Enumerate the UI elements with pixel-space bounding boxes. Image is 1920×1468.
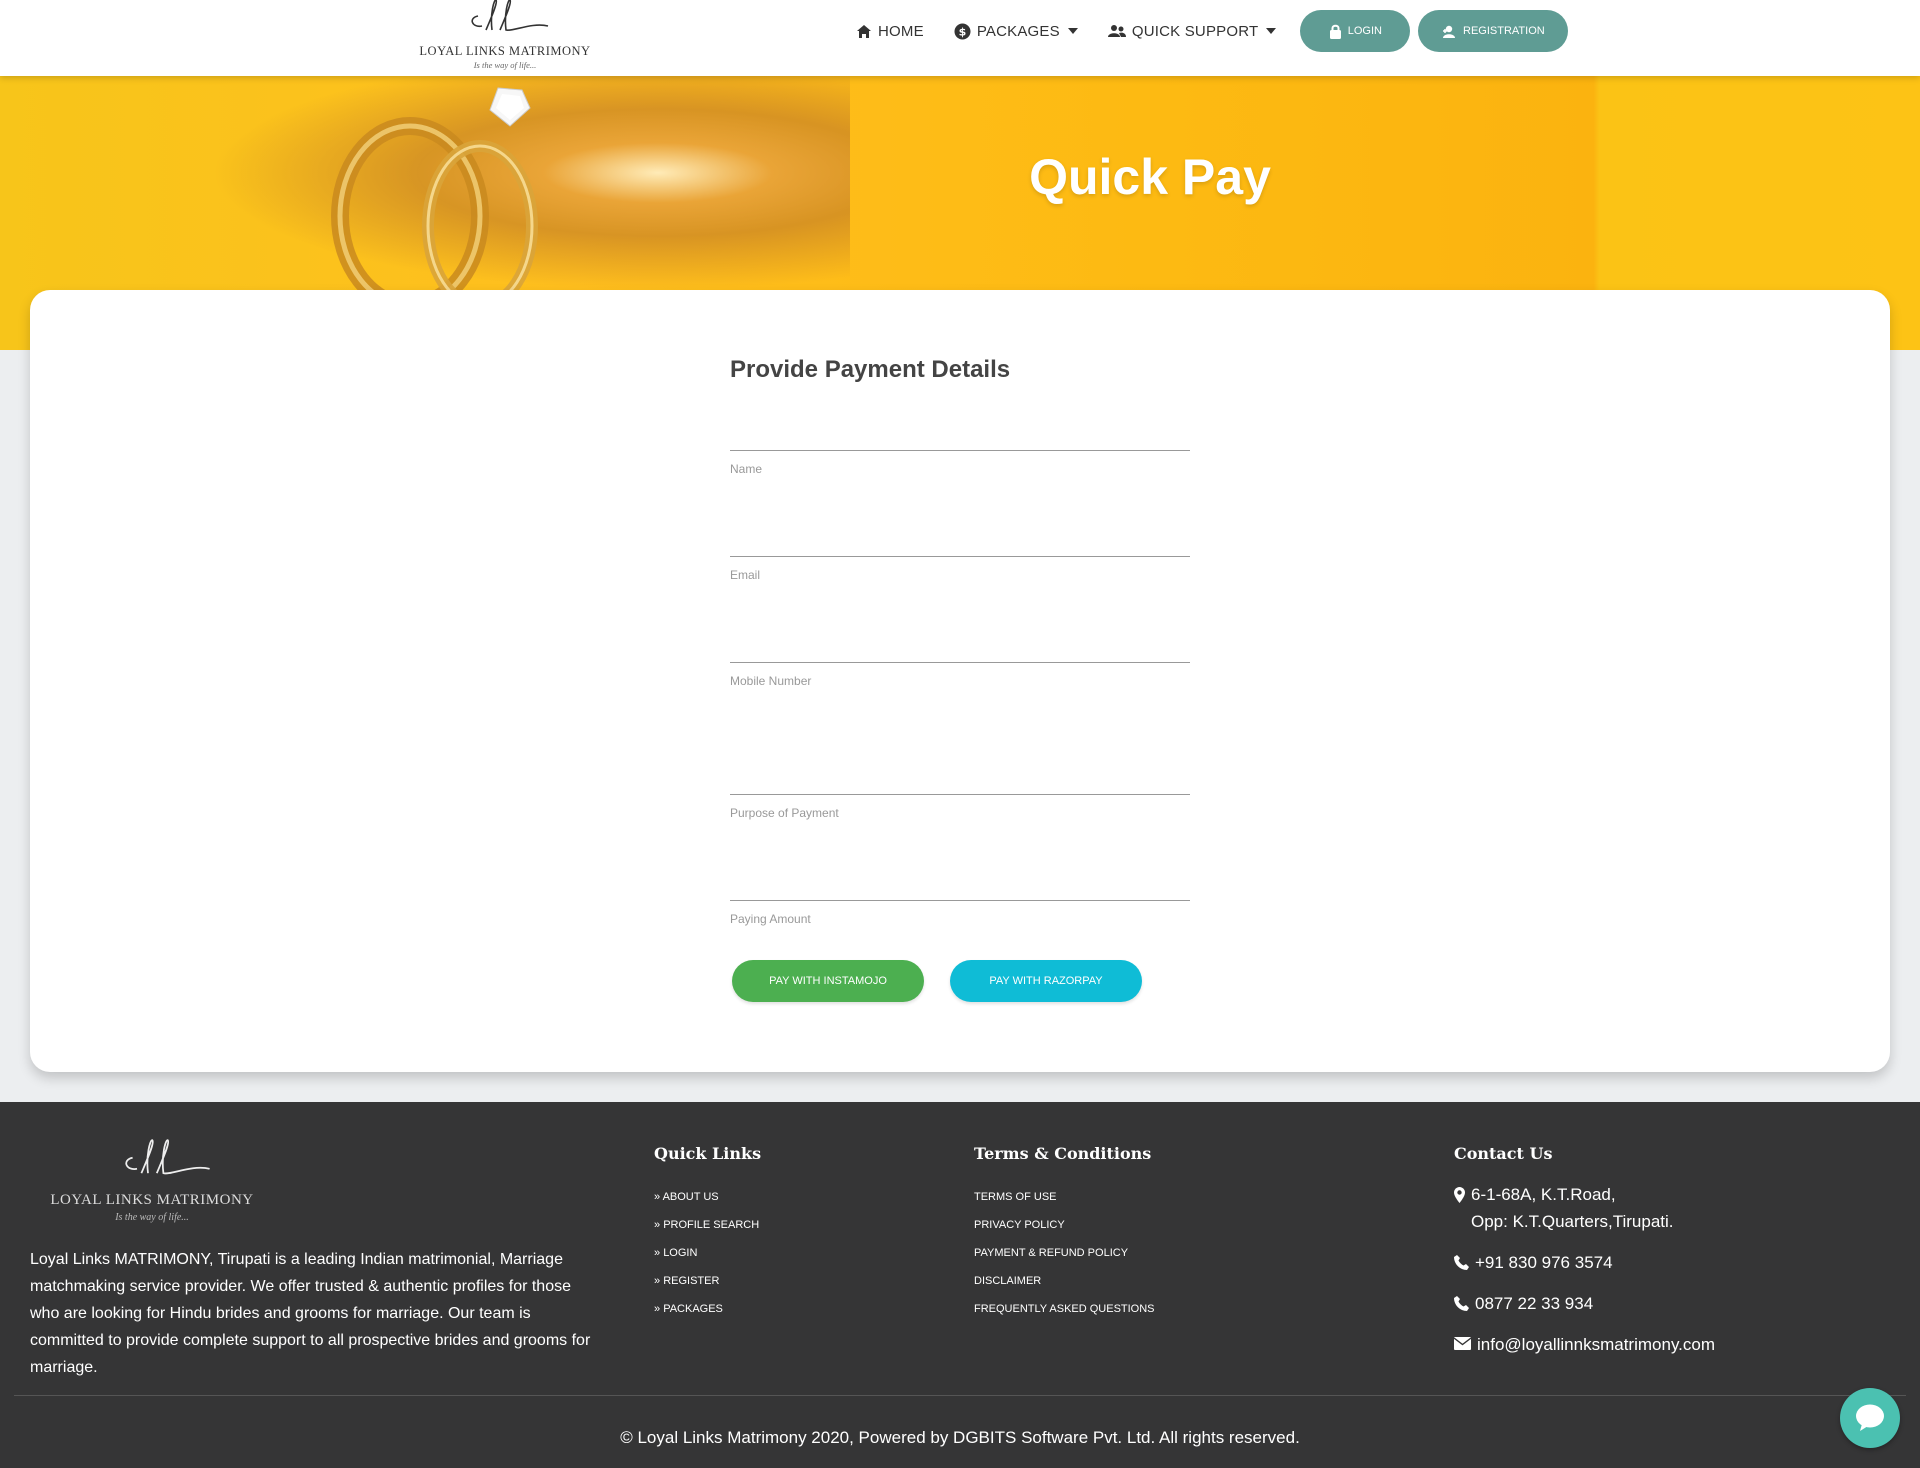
paying-amount-label: Paying Amount bbox=[730, 912, 811, 926]
nav-quick-support[interactable]: QUICK SUPPORT bbox=[1107, 22, 1277, 40]
quick-links-heading: Quick Links bbox=[654, 1144, 762, 1163]
pay-with-instamojo-button[interactable]: PAY WITH INSTAMOJO bbox=[732, 960, 924, 1002]
footer-about-text: Loyal Links MATRIMONY, Tirupati is a lea… bbox=[30, 1251, 591, 1376]
envelope-icon bbox=[1454, 1337, 1471, 1350]
page: LOYAL LINKS MATRIMONY Is the way of life… bbox=[0, 0, 1920, 1468]
footer-link-payment-refund[interactable]: PAYMENT & REFUND POLICY bbox=[974, 1239, 1155, 1267]
users-icon bbox=[1107, 25, 1126, 37]
name-field[interactable]: Name bbox=[730, 420, 1190, 480]
footer-link-privacy-policy[interactable]: PRIVACY POLICY bbox=[974, 1211, 1155, 1239]
phone-icon bbox=[1454, 1255, 1469, 1270]
lock-icon bbox=[1329, 24, 1341, 39]
chevron-down-icon bbox=[1266, 28, 1277, 34]
footer-copyright: © Loyal Links Matrimony 2020, Powered by… bbox=[620, 1428, 1300, 1447]
mobile-input-underline bbox=[730, 662, 1190, 663]
logo-title: LOYAL LINKS MATRIMONY bbox=[419, 44, 591, 58]
footer-link-register[interactable]: » REGISTER bbox=[654, 1267, 761, 1295]
terms-heading: Terms & Conditions bbox=[974, 1144, 1152, 1163]
name-label: Name bbox=[730, 462, 763, 476]
payment-card: Provide Payment Details Name Email Mobil… bbox=[30, 290, 1890, 1072]
logo-monogram-icon bbox=[125, 1139, 210, 1175]
nav-packages[interactable]: $ PACKAGES bbox=[954, 23, 1078, 40]
ring-image-icon bbox=[331, 87, 538, 291]
amount-input-underline bbox=[730, 900, 1190, 901]
email-field[interactable]: Email bbox=[730, 526, 1190, 586]
logo-tagline: Is the way of life... bbox=[473, 60, 537, 70]
footer-link-login[interactable]: » LOGIN bbox=[654, 1239, 761, 1267]
map-marker-icon bbox=[1454, 1187, 1465, 1203]
footer-terms: Terms & Conditions TERMS OF USE PRIVACY … bbox=[974, 1144, 1155, 1323]
footer-link-terms-of-use[interactable]: TERMS OF USE bbox=[974, 1183, 1155, 1211]
name-input-underline bbox=[730, 450, 1190, 451]
footer-link-profile-search[interactable]: » PROFILE SEARCH bbox=[654, 1211, 761, 1239]
pay-with-razorpay-button[interactable]: PAY WITH RAZORPAY bbox=[950, 960, 1142, 1002]
user-plus-icon bbox=[1443, 25, 1455, 38]
email-text: info@loyallinnksmatrimony.com bbox=[1477, 1335, 1716, 1354]
banner-title: Quick Pay bbox=[1029, 149, 1271, 205]
login-button[interactable]: LOGIN bbox=[1300, 10, 1411, 52]
contact-address: 6-1-68A, K.T.Road, Opp: K.T.Quarters,Tir… bbox=[1454, 1181, 1715, 1235]
contact-email[interactable]: info@loyallinnksmatrimony.com bbox=[1454, 1331, 1715, 1358]
site-header: LOYAL LINKS MATRIMONY Is the way of life… bbox=[0, 0, 1920, 76]
footer-logo-title: LOYAL LINKS MATRIMONY bbox=[50, 1192, 254, 1208]
address-line-2: Opp: K.T.Quarters,Tirupati. bbox=[1471, 1212, 1674, 1231]
purpose-of-payment-label: Purpose of Payment bbox=[730, 806, 839, 820]
email-input-underline bbox=[730, 556, 1190, 557]
nav-home[interactable]: HOME bbox=[856, 23, 924, 40]
home-icon bbox=[857, 24, 871, 38]
purpose-of-payment-field[interactable]: Purpose of Payment bbox=[730, 710, 1190, 824]
phone-2-text: 0877 22 33 934 bbox=[1475, 1294, 1594, 1313]
footer-divider bbox=[14, 1395, 1906, 1396]
mobile-number-label: Mobile Number bbox=[730, 674, 812, 688]
contact-phone-1[interactable]: +91 830 976 3574 bbox=[1454, 1249, 1715, 1276]
dollar-circle-icon: $ bbox=[954, 23, 971, 39]
main-nav: HOME $ PACKAGES QUICK SUPPORT LOGIN REGI… bbox=[856, 10, 1569, 52]
footer-link-disclaimer[interactable]: DISCLAIMER bbox=[974, 1267, 1155, 1295]
footer-logo-tagline: Is the way of life... bbox=[115, 1212, 189, 1223]
site-footer: LOYAL LINKS MATRIMONY Is the way of life… bbox=[0, 1102, 1920, 1468]
logo-monogram-icon bbox=[471, 0, 549, 32]
contact-heading: Contact Us bbox=[1454, 1144, 1553, 1163]
chevron-down-icon bbox=[1067, 28, 1078, 34]
registration-button[interactable]: REGISTRATION bbox=[1418, 10, 1569, 52]
footer-contact: Contact Us 6-1-68A, K.T.Road, Opp: K.T.Q… bbox=[1454, 1144, 1715, 1372]
footer-link-packages[interactable]: » PACKAGES bbox=[654, 1295, 761, 1323]
login-label: LOGIN bbox=[1347, 25, 1382, 37]
footer-link-faq[interactable]: FREQUENTLY ASKED QUESTIONS bbox=[974, 1295, 1155, 1323]
phone-icon bbox=[1454, 1296, 1469, 1311]
registration-label: REGISTRATION bbox=[1463, 25, 1545, 37]
nav-quick-support-label: QUICK SUPPORT bbox=[1131, 22, 1259, 40]
nav-packages-label: PACKAGES bbox=[976, 22, 1060, 40]
site-logo[interactable]: LOYAL LINKS MATRIMONY Is the way of life… bbox=[412, 0, 598, 72]
paying-amount-field[interactable]: Paying Amount bbox=[730, 870, 1190, 930]
purpose-input-underline bbox=[730, 794, 1190, 795]
nav-home-label: HOME bbox=[878, 22, 924, 40]
footer-link-about-us[interactable]: » ABOUT US bbox=[654, 1183, 761, 1211]
chat-bubble-icon bbox=[1856, 1404, 1884, 1431]
phone-1-text: +91 830 976 3574 bbox=[1475, 1253, 1613, 1272]
footer-logo[interactable]: LOYAL LINKS MATRIMONY Is the way of life… bbox=[34, 1132, 270, 1228]
mobile-number-field[interactable]: Mobile Number bbox=[730, 632, 1190, 692]
footer-quick-links: Quick Links » ABOUT US » PROFILE SEARCH … bbox=[654, 1144, 761, 1323]
contact-phone-2[interactable]: 0877 22 33 934 bbox=[1454, 1290, 1715, 1317]
email-label: Email bbox=[730, 568, 761, 582]
address-line-1: 6-1-68A, K.T.Road, bbox=[1471, 1185, 1616, 1204]
form-title: Provide Payment Details bbox=[730, 356, 1011, 383]
chat-widget-button[interactable] bbox=[1840, 1388, 1900, 1448]
svg-text:$: $ bbox=[958, 25, 966, 38]
